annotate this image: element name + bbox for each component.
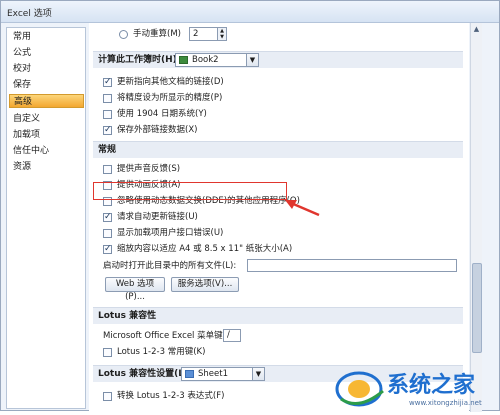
watermark-logo: 系统之家 www.xitongzhijia.net xyxy=(331,361,500,412)
excel-options-window: Excel 选项 常用 公式 校对 保存 高级 自定义 加载项 信任中心 资源 … xyxy=(0,0,500,412)
annotation-arrow-icon xyxy=(285,200,320,217)
watermark-text: 系统之家 xyxy=(387,373,476,398)
watermark-url: www.xitongzhijia.net xyxy=(409,399,482,407)
